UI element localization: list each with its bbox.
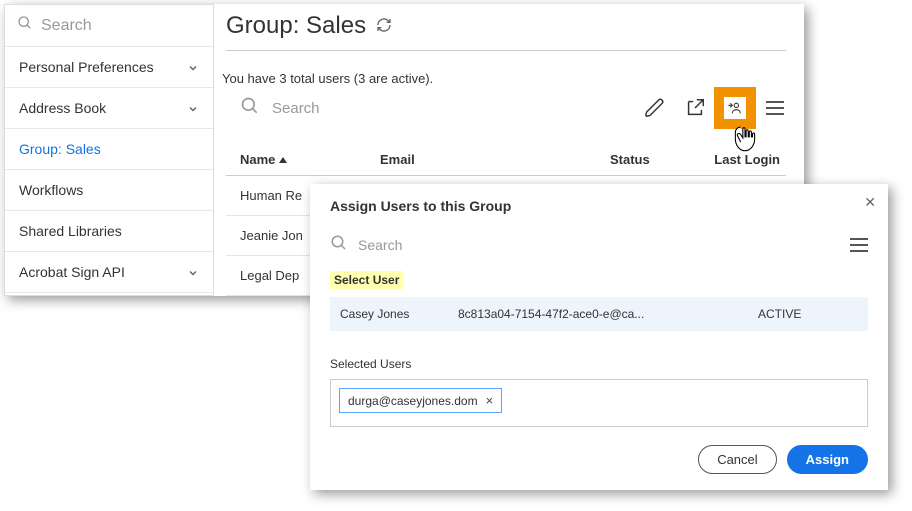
select-user-label: Select User: [330, 271, 403, 289]
selected-user-chip: durga@caseyjones.dom ×: [339, 388, 502, 413]
menu-icon[interactable]: [764, 97, 786, 119]
sidebar-item-shared-libraries[interactable]: Shared Libraries: [5, 211, 213, 252]
sidebar-item-label: Address Book: [19, 100, 106, 116]
sidebar-search[interactable]: Search: [5, 5, 213, 47]
search-icon: [330, 234, 348, 255]
sidebar-search-placeholder: Search: [41, 17, 92, 35]
page-title: Group: Sales: [226, 12, 366, 40]
chip-text: durga@caseyjones.dom: [348, 394, 478, 408]
candidate-email: 8c813a04-7154-47f2-ace0-e@ca...: [458, 307, 758, 321]
sort-asc-icon: [279, 157, 287, 163]
remove-chip-icon[interactable]: ×: [486, 393, 494, 408]
assign-users-modal: Assign Users to this Group ✕ Search Sele…: [310, 184, 888, 490]
refresh-icon[interactable]: [376, 17, 392, 38]
sidebar-item-workflows[interactable]: Workflows: [5, 170, 213, 211]
modal-search[interactable]: Search: [358, 237, 840, 253]
column-email[interactable]: Email: [380, 152, 610, 167]
sidebar-item-personal-preferences[interactable]: Personal Preferences: [5, 47, 213, 88]
sidebar-item-label: Acrobat Sign API: [19, 264, 125, 280]
chevron-down-icon: [187, 61, 199, 73]
export-icon[interactable]: [684, 97, 706, 119]
chevron-down-icon: [187, 266, 199, 278]
edit-icon[interactable]: [644, 97, 666, 119]
candidate-status: ACTIVE: [758, 307, 858, 321]
search-icon: [240, 96, 260, 120]
sidebar-item-group-sales[interactable]: Group: Sales: [5, 129, 213, 170]
sidebar-item-acrobat-sign-api[interactable]: Acrobat Sign API: [5, 252, 213, 293]
search-icon: [17, 15, 33, 36]
assign-users-icon[interactable]: [724, 97, 746, 119]
cursor-icon: [732, 125, 758, 160]
chevron-down-icon: [187, 102, 199, 114]
sidebar-item-label: Personal Preferences: [19, 59, 154, 75]
candidate-name: Casey Jones: [340, 307, 458, 321]
candidate-user-row[interactable]: Casey Jones 8c813a04-7154-47f2-ace0-e@ca…: [330, 297, 868, 331]
table-header: Name Email Status Last Login: [226, 138, 786, 176]
assign-button[interactable]: Assign: [787, 445, 868, 474]
selected-users-label: Selected Users: [330, 357, 868, 371]
menu-icon[interactable]: [850, 238, 868, 252]
sidebar: Search Personal Preferences Address Book…: [4, 4, 214, 296]
close-icon[interactable]: ✕: [864, 194, 876, 211]
column-name[interactable]: Name: [240, 152, 380, 167]
modal-title: Assign Users to this Group: [330, 198, 868, 214]
users-count-text: You have 3 total users (3 are active).: [222, 71, 786, 86]
sidebar-item-label: Group: Sales: [19, 141, 101, 157]
cancel-button[interactable]: Cancel: [698, 445, 776, 474]
sidebar-item-address-book[interactable]: Address Book: [5, 88, 213, 129]
sidebar-item-label: Shared Libraries: [19, 223, 122, 239]
sidebar-item-label: Workflows: [19, 182, 83, 198]
column-status[interactable]: Status: [610, 152, 700, 167]
toolbar-search[interactable]: Search: [240, 96, 644, 120]
selected-users-box[interactable]: durga@caseyjones.dom ×: [330, 379, 868, 427]
toolbar-search-placeholder: Search: [272, 100, 320, 117]
